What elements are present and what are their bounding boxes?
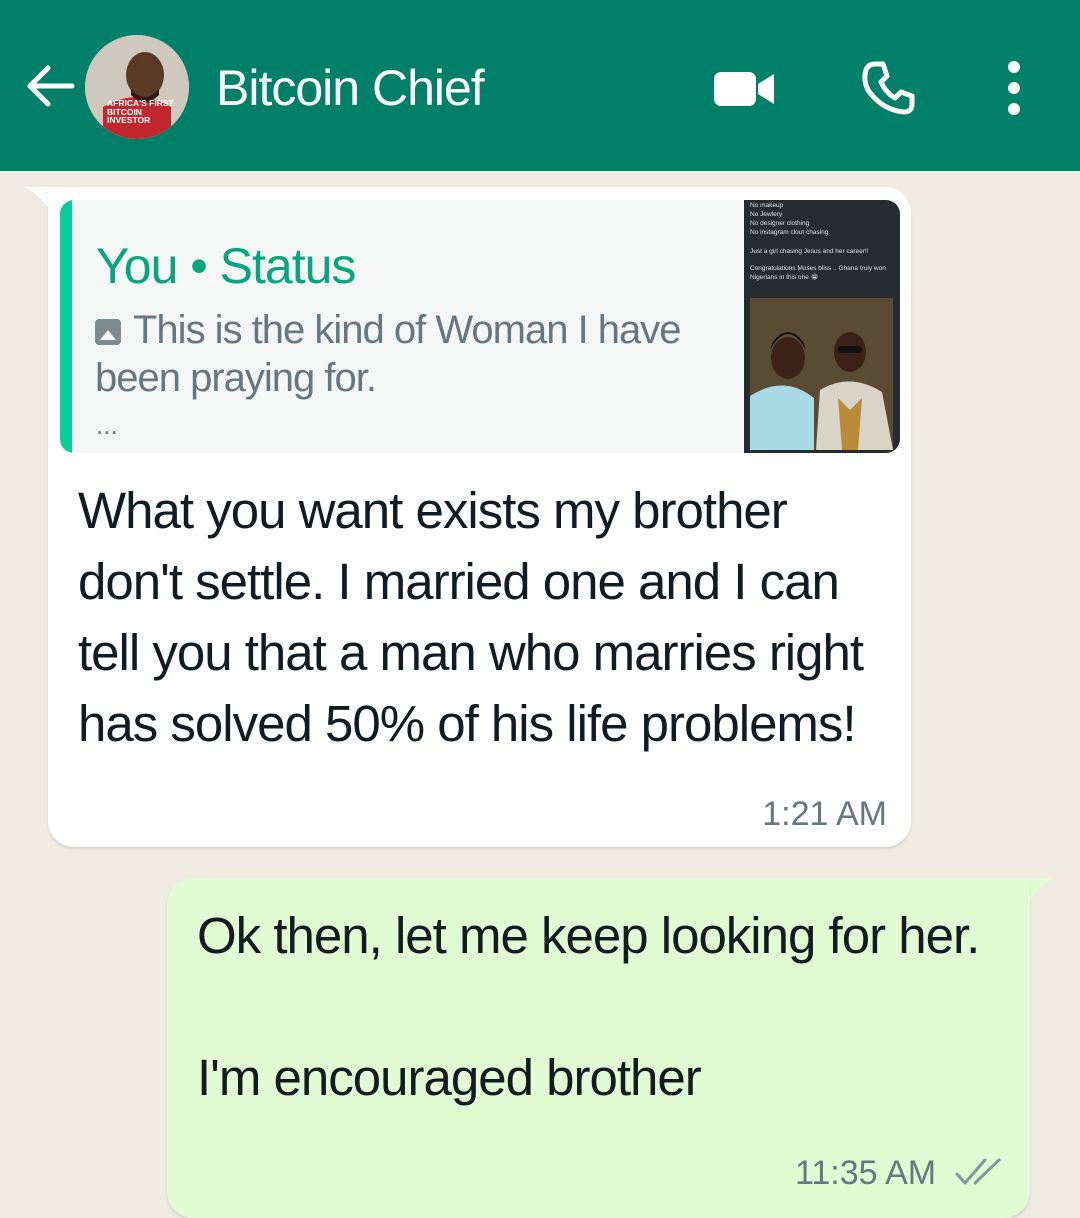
quote-ellipsis: ...	[96, 410, 118, 440]
thumbnail-line: Just a girl chasing Jesus and her career…	[750, 248, 869, 255]
video-call-icon[interactable]	[712, 68, 776, 110]
thumbnail-line: No instagram clout chasing	[750, 229, 829, 236]
incoming-message-text: What you want exists my brother don't se…	[78, 482, 864, 752]
quote-accent-bar	[60, 200, 72, 453]
double-check-icon	[955, 1158, 1001, 1185]
back-arrow-icon[interactable]	[22, 58, 78, 114]
quoted-status-reply[interactable]: You • Status This is the kind of Woman I…	[60, 200, 900, 453]
more-options-icon[interactable]	[994, 58, 1034, 118]
avatar[interactable]: AFRICA'S FIRST BITCOIN INVESTOR	[85, 35, 189, 139]
image-icon	[95, 319, 121, 345]
avatar-caption: AFRICA'S FIRST BITCOIN INVESTOR	[107, 98, 174, 125]
incoming-message-bubble[interactable]: You • Status This is the kind of Woman I…	[48, 187, 911, 847]
thumbnail-line: No designer clothing	[750, 220, 810, 227]
quote-header: You • Status	[96, 238, 356, 294]
incoming-message-time: 1:21 AM	[762, 795, 887, 833]
thumbnail-text: No makeup No Jewlery No designer clothin…	[750, 201, 898, 282]
outgoing-message-time: 11:35 AM	[795, 1154, 937, 1192]
thumbnail-line: No makeup	[750, 202, 784, 209]
outgoing-message-bubble[interactable]: Ok then, let me keep looking for her. I'…	[167, 878, 1030, 1218]
chat-header: AFRICA'S FIRST BITCOIN INVESTOR Bitcoin …	[0, 0, 1080, 171]
thumbnail-line: Congratulations Moses bliss .. Ghana tru…	[750, 265, 886, 281]
contact-name[interactable]: Bitcoin Chief	[216, 58, 485, 118]
thumbnail-photo	[750, 298, 893, 450]
outgoing-message-text: Ok then, let me keep looking for her. I'…	[197, 907, 980, 1106]
phone-icon[interactable]	[860, 60, 916, 116]
status-thumbnail[interactable]: No makeup No Jewlery No designer clothin…	[744, 200, 900, 453]
quote-text-block: This is the kind of Woman I have been pr…	[95, 306, 705, 402]
thumbnail-line: No Jewlery	[750, 211, 783, 218]
quote-text: This is the kind of Woman I have been pr…	[95, 308, 682, 400]
